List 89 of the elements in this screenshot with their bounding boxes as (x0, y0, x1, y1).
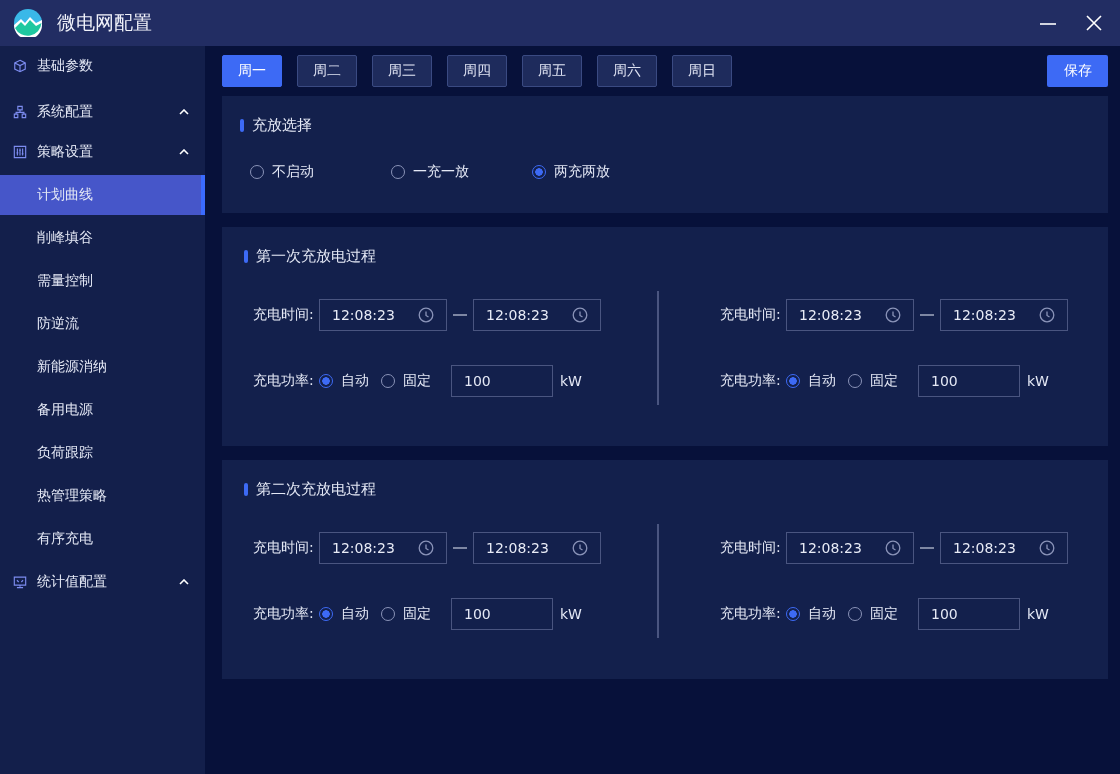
day-tab[interactable]: 周五 (522, 55, 582, 87)
clock-icon (572, 540, 588, 556)
sidebar-subitem[interactable]: 备用电源 (0, 390, 205, 430)
radio-label: 固定 (403, 605, 431, 623)
cube-icon (13, 59, 27, 73)
unit-label: kW (1027, 373, 1049, 389)
mountain-logo-icon (14, 9, 42, 37)
window-title: 微电网配置 (57, 10, 152, 35)
range-dash-icon (453, 547, 467, 549)
radio-label: 自动 (341, 605, 369, 623)
radio-label: 自动 (808, 605, 836, 623)
unit-label: kW (560, 606, 582, 622)
time-field[interactable]: 12:08:23 (786, 299, 914, 331)
chevron-up-icon[interactable] (179, 149, 189, 155)
radio-button[interactable] (319, 607, 333, 621)
clock-icon (1039, 307, 1055, 323)
radio-label: 一充一放 (413, 163, 469, 181)
time-field[interactable]: 12:08:23 (940, 299, 1068, 331)
sidebar-subitem[interactable]: 防逆流 (0, 304, 205, 344)
clock-icon (885, 307, 901, 323)
field-label: 充电功率: (720, 605, 782, 623)
title-accent-bar (240, 119, 244, 132)
field-label: 充电时间: (253, 306, 315, 324)
sidebar-subitem[interactable]: 计划曲线 (0, 175, 205, 215)
range-dash-icon (920, 547, 934, 549)
radio-button[interactable] (786, 374, 800, 388)
section-title: 第一次充放电过程 (256, 247, 376, 266)
radio-button[interactable] (786, 607, 800, 621)
time-field[interactable]: 12:08:23 (940, 532, 1068, 564)
chevron-up-icon[interactable] (179, 109, 189, 115)
sidebar-item[interactable]: 统计值配置 (0, 562, 205, 602)
radio-label: 固定 (403, 372, 431, 390)
radio-label: 不启动 (272, 163, 314, 181)
sidebar-subitem[interactable]: 热管理策略 (0, 476, 205, 516)
sidebar-subitem[interactable]: 负荷跟踪 (0, 433, 205, 473)
day-tab[interactable]: 周六 (597, 55, 657, 87)
field-label: 充电功率: (253, 372, 315, 390)
sidebar-subitem[interactable]: 需量控制 (0, 261, 205, 301)
field-label: 充电功率: (253, 605, 315, 623)
field-label: 充电时间: (720, 539, 782, 557)
radio-label: 自动 (808, 372, 836, 390)
radio-label: 两充两放 (554, 163, 610, 181)
sidebar-item[interactable]: 基础参数 (0, 46, 205, 86)
sidebar-item[interactable]: 系统配置 (0, 92, 205, 132)
sidebar-subitem[interactable]: 新能源消纳 (0, 347, 205, 387)
save-button[interactable]: 保存 (1047, 55, 1108, 87)
power-input-field[interactable]: 100 (451, 598, 553, 630)
field-label: 充电时间: (720, 306, 782, 324)
power-input-field[interactable]: 100 (918, 365, 1020, 397)
radio-label: 固定 (870, 605, 898, 623)
radio-label: 固定 (870, 372, 898, 390)
sliders-icon (13, 145, 27, 159)
clock-icon (418, 540, 434, 556)
day-tab[interactable]: 周日 (672, 55, 732, 87)
field-label: 充电功率: (720, 372, 782, 390)
clock-icon (572, 307, 588, 323)
title-accent-bar (244, 483, 248, 496)
time-field[interactable]: 12:08:23 (786, 532, 914, 564)
time-field[interactable]: 12:08:23 (319, 299, 447, 331)
close-icon[interactable] (1084, 13, 1104, 33)
radio-label: 自动 (341, 372, 369, 390)
sidebar-subitem[interactable]: 削峰填谷 (0, 218, 205, 258)
field-label: 充电时间: (253, 539, 315, 557)
time-field[interactable]: 12:08:23 (319, 532, 447, 564)
network-icon (13, 105, 27, 119)
radio-button[interactable] (319, 374, 333, 388)
clock-icon (1039, 540, 1055, 556)
chevron-up-icon[interactable] (179, 579, 189, 585)
monitor-icon (13, 575, 27, 589)
title-accent-bar (244, 250, 248, 263)
day-tab[interactable]: 周四 (447, 55, 507, 87)
radio-button[interactable] (532, 165, 546, 179)
clock-icon (885, 540, 901, 556)
unit-label: kW (560, 373, 582, 389)
power-input-field[interactable]: 100 (451, 365, 553, 397)
day-tab[interactable]: 周三 (372, 55, 432, 87)
time-field[interactable]: 12:08:23 (473, 532, 601, 564)
time-field[interactable]: 12:08:23 (473, 299, 601, 331)
unit-label: kW (1027, 606, 1049, 622)
range-dash-icon (920, 314, 934, 316)
day-tab[interactable]: 周二 (297, 55, 357, 87)
section-title: 充放选择 (252, 116, 312, 135)
clock-icon (418, 307, 434, 323)
section-title: 第二次充放电过程 (256, 480, 376, 499)
power-input-field[interactable]: 100 (918, 598, 1020, 630)
sidebar-subitem[interactable]: 有序充电 (0, 519, 205, 559)
sidebar-item[interactable]: 策略设置 (0, 132, 205, 172)
day-tab[interactable]: 周一 (222, 55, 282, 87)
range-dash-icon (453, 314, 467, 316)
